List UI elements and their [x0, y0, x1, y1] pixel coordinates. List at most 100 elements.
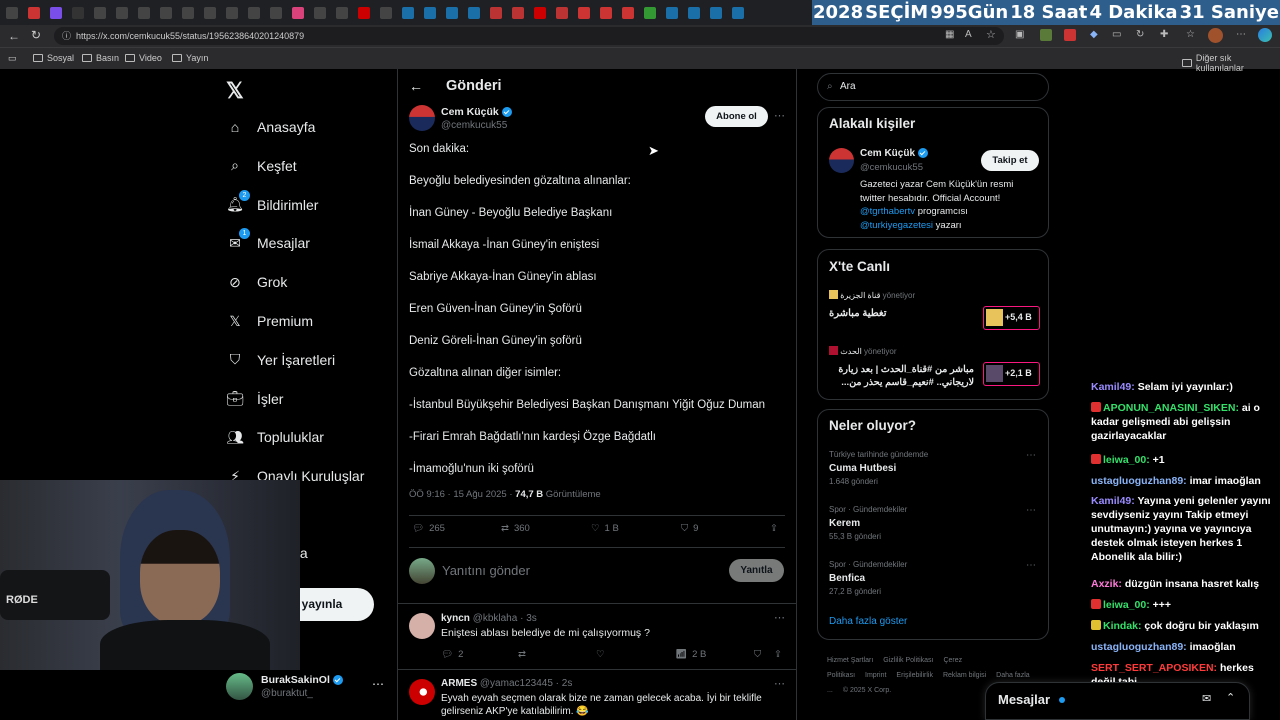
- messages-drawer[interactable]: Mesajlar ✉ ⌃: [985, 682, 1250, 720]
- browser-tab[interactable]: [288, 4, 308, 22]
- browser-tab[interactable]: [134, 4, 154, 22]
- back-arrow-icon[interactable]: ←: [409, 78, 423, 94]
- browser-tab[interactable]: [464, 4, 484, 22]
- sidebar-item[interactable]: 👥︎ Topluluklar: [226, 422, 324, 452]
- back-arrow-icon[interactable]: ←: [8, 29, 20, 43]
- more-menu-icon[interactable]: ⋯: [1236, 29, 1246, 40]
- sidebar-item[interactable]: 🔔︎ 2 Bildirimler: [226, 189, 318, 220]
- author-name[interactable]: Cem Küçük: [441, 106, 512, 118]
- x-logo-icon[interactable]: 𝕏: [226, 78, 244, 104]
- extension-icon[interactable]: [1040, 29, 1052, 41]
- extension-icon[interactable]: ◆: [1090, 29, 1098, 40]
- other-bookmarks[interactable]: Diğer sık kullanılanlar: [1182, 53, 1280, 73]
- avatar[interactable]: [829, 148, 854, 173]
- browser-tab[interactable]: [486, 4, 506, 22]
- footer-link[interactable]: Erişilebilirlik: [896, 672, 933, 679]
- live-listener-count[interactable]: +5,4 B: [983, 306, 1040, 330]
- more-options-icon[interactable]: ⋯: [774, 677, 785, 690]
- sidebar-item[interactable]: ⊘ Grok: [226, 267, 287, 297]
- bookmark-action[interactable]: ⛉ 9: [681, 523, 698, 534]
- browser-tab[interactable]: [574, 4, 594, 22]
- browser-tab[interactable]: [2, 4, 22, 22]
- follow-button[interactable]: Takip et: [981, 150, 1039, 171]
- browser-tab[interactable]: [222, 4, 242, 22]
- reply-tweet[interactable]: kyncn @kbklaha · 3s ⋯ Eniştesi ablası be…: [398, 603, 796, 669]
- sidebar-item[interactable]: 💼︎ İşler: [226, 384, 283, 414]
- favorites-icon[interactable]: ☆: [1186, 29, 1195, 40]
- url-field[interactable]: ⓘ https://x.com/cemkucuk55/status/195623…: [54, 27, 1004, 45]
- browser-tab[interactable]: [662, 4, 682, 22]
- more-options-icon[interactable]: ⋯: [1026, 560, 1036, 571]
- trend-item[interactable]: Spor · Gündemdekiler Benfica 27,2 B gönder…: [818, 560, 1048, 610]
- browser-tab[interactable]: [442, 4, 462, 22]
- read-mode-icon[interactable]: ▦: [945, 29, 954, 40]
- read-aloud-icon[interactable]: A: [965, 29, 972, 40]
- favorite-star-icon[interactable]: ☆: [986, 28, 996, 41]
- subscribe-button[interactable]: Abone ol: [705, 106, 768, 127]
- bookmark-grid-icon[interactable]: ▭: [8, 53, 17, 64]
- browser-tab[interactable]: [530, 4, 550, 22]
- browser-tab[interactable]: [398, 4, 418, 22]
- browser-tab[interactable]: [310, 4, 330, 22]
- post-more-icon[interactable]: ⋯: [774, 109, 785, 122]
- profile-avatar[interactable]: [1208, 28, 1223, 43]
- extension-icon[interactable]: ▣: [1015, 29, 1024, 40]
- account-switcher[interactable]: BurakSakinOl @buraktut_ ⋯: [226, 673, 386, 701]
- browser-tab[interactable]: [508, 4, 528, 22]
- more-options-icon[interactable]: ⋯: [774, 611, 785, 624]
- browser-tab[interactable]: [46, 4, 66, 22]
- browser-tab[interactable]: [156, 4, 176, 22]
- split-screen-icon[interactable]: ▭: [1112, 29, 1121, 40]
- browser-tab[interactable]: [640, 4, 660, 22]
- repost-action[interactable]: ⇄ 360: [501, 523, 530, 534]
- more-options-icon[interactable]: ⋯: [1026, 505, 1036, 516]
- bookmark-folder-basin[interactable]: Basın: [82, 53, 119, 63]
- reply-input[interactable]: Yanıtını gönder: [442, 563, 530, 578]
- footer-link[interactable]: Imprint: [865, 672, 886, 679]
- bio-link[interactable]: @turkiyegazetesi: [860, 220, 933, 231]
- browser-tab[interactable]: [354, 4, 374, 22]
- trend-item[interactable]: Türkiye tarihinde gündemde Cuma Hutbesi 1.…: [818, 450, 1048, 500]
- browser-tab[interactable]: [200, 4, 220, 22]
- browser-tab[interactable]: [618, 4, 638, 22]
- author-avatar[interactable]: [409, 105, 435, 131]
- browser-tab[interactable]: [90, 4, 110, 22]
- live-listener-count[interactable]: +2,1 B: [983, 362, 1040, 386]
- browser-tab[interactable]: [266, 4, 286, 22]
- browser-tab[interactable]: [728, 4, 748, 22]
- bio-link[interactable]: @tgrthabertv: [860, 206, 915, 217]
- extension-icon[interactable]: [1064, 29, 1076, 41]
- live-title[interactable]: مباشر من #قناة_الحدث | بعد زيارة ...لاريج…: [829, 363, 974, 389]
- share-icon[interactable]: ⇪: [770, 523, 778, 534]
- footer-link[interactable]: © 2025 X Corp.: [843, 687, 891, 694]
- reply-action[interactable]: 💬︎ 2: [441, 649, 463, 660]
- show-more-link[interactable]: Daha fazla göster: [829, 616, 907, 627]
- footer-link[interactable]: Reklam bilgisi: [943, 672, 986, 679]
- copilot-icon[interactable]: [1258, 28, 1272, 42]
- person-name[interactable]: Cem Küçük: [860, 148, 928, 159]
- browser-tab[interactable]: [552, 4, 572, 22]
- sidebar-item[interactable]: ⌕ Keşfet: [226, 151, 297, 181]
- new-message-icon[interactable]: ✉: [1202, 692, 1211, 705]
- browser-tab[interactable]: [112, 4, 132, 22]
- sidebar-item[interactable]: ⌂ Anasayfa: [226, 112, 316, 142]
- live-title[interactable]: تغطية مباشرة: [829, 308, 887, 319]
- browser-tab[interactable]: [178, 4, 198, 22]
- browser-tab[interactable]: [596, 4, 616, 22]
- repost-icon[interactable]: ⇄: [518, 649, 526, 660]
- sidebar-item[interactable]: 𝕏 Premium: [226, 306, 313, 336]
- bookmark-folder-video[interactable]: Video: [125, 53, 162, 63]
- footer-link[interactable]: Hizmet Şartları: [827, 657, 873, 664]
- reply-button[interactable]: Yanıtla: [729, 559, 784, 582]
- browser-tab[interactable]: [684, 4, 704, 22]
- share-icon[interactable]: ⇪: [774, 649, 782, 660]
- sidebar-item[interactable]: ✉ 1 Mesajlar: [226, 228, 310, 258]
- reply-tweet[interactable]: ARMES @yamac123445 · 2s ⋯ Eyvah eyvah se…: [398, 669, 796, 720]
- bookmark-icon[interactable]: ⛉: [754, 649, 761, 660]
- browser-tab[interactable]: [24, 4, 44, 22]
- sidebar-item[interactable]: ⛉ Yer İşaretleri: [226, 345, 335, 375]
- browser-tab[interactable]: [332, 4, 352, 22]
- footer-link[interactable]: Gizlilik Politikası: [883, 657, 933, 664]
- chevron-up-icon[interactable]: ⌃: [1226, 691, 1235, 704]
- like-action[interactable]: ♡ 1 B: [591, 523, 619, 534]
